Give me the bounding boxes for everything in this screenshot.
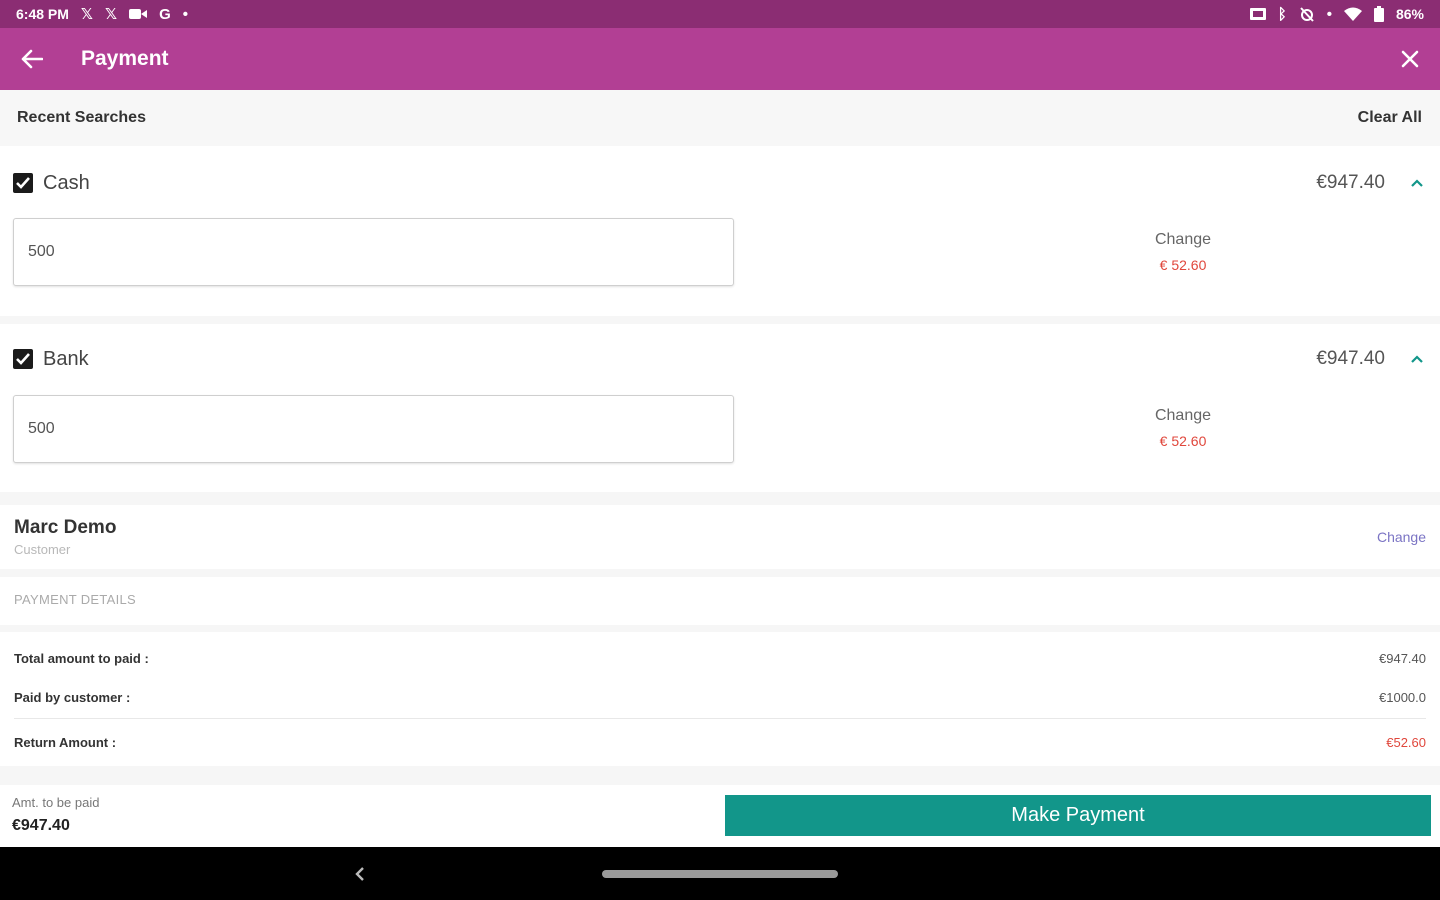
payment-details-card: Total amount to paid : €947.40 Paid by c…	[0, 632, 1440, 766]
detail-value: €52.60	[1386, 734, 1426, 750]
check-icon	[16, 353, 30, 365]
change-label: Change	[1154, 407, 1212, 424]
clear-all-button[interactable]: Clear All	[1358, 109, 1422, 127]
check-icon	[16, 177, 30, 189]
detail-value: €1000.0	[1379, 689, 1426, 705]
status-time: 6:48 PM	[16, 6, 69, 22]
chevron-up-icon	[1411, 178, 1423, 187]
collapse-button[interactable]	[1408, 350, 1426, 368]
dot-icon: •	[182, 5, 189, 23]
divider	[0, 569, 1440, 577]
change-block: Change € 52.60	[1120, 407, 1246, 449]
wifi-icon	[1343, 7, 1362, 21]
bluetooth-icon: ᛒ	[1277, 5, 1287, 23]
nav-back-button[interactable]	[346, 861, 374, 887]
payment-method-cash: Cash €947.40 Change € 52.60	[0, 158, 1440, 316]
detail-label: Return Amount :	[14, 734, 117, 750]
x-logo-icon: 𝕏	[80, 6, 94, 23]
google-icon: G	[159, 5, 171, 23]
divider	[0, 316, 1440, 324]
detail-row-paid: Paid by customer : €1000.0	[14, 685, 1426, 709]
recent-searches-title: Recent Searches	[17, 109, 146, 126]
customer-role: Customer	[14, 542, 71, 557]
divider	[0, 492, 1440, 505]
change-value: € 52.60	[1159, 433, 1207, 449]
row-divider	[14, 718, 1426, 719]
customer-section: Marc Demo Customer Change	[0, 505, 1440, 569]
chevron-left-icon	[355, 867, 364, 881]
close-button[interactable]	[1392, 41, 1428, 77]
method-header: Bank €947.40	[0, 335, 1440, 383]
back-button[interactable]	[0, 28, 64, 90]
dot-icon: •	[1326, 5, 1332, 23]
bottom-summary-bar: Amt. to be paid €947.40 Make Payment	[0, 785, 1440, 847]
payment-details-header: PAYMENT DETAILS	[0, 577, 1440, 625]
cash-amount-input[interactable]	[13, 218, 734, 286]
x-logo-icon: 𝕏	[105, 6, 118, 23]
close-icon	[1401, 50, 1419, 68]
battery-level: 86%	[1395, 6, 1424, 22]
app-bar: Payment	[0, 28, 1440, 90]
change-block: Change € 52.60	[1120, 231, 1246, 273]
battery-icon	[1373, 6, 1384, 22]
video-icon	[129, 7, 148, 21]
change-value: € 52.60	[1159, 257, 1207, 273]
status-bar: 6:48 PM 𝕏 𝕏 G • ᛒ • 86%	[0, 0, 1440, 28]
detail-label: Total amount to paid :	[14, 650, 149, 666]
make-payment-button[interactable]: Make Payment	[725, 795, 1431, 836]
detail-value: €947.40	[1379, 650, 1426, 666]
customer-name: Marc Demo	[14, 517, 117, 538]
chevron-up-icon	[1411, 354, 1423, 363]
status-right: ᛒ • 86%	[1249, 5, 1424, 23]
divider	[0, 625, 1440, 632]
method-label: Bank	[43, 347, 89, 370]
collapse-button[interactable]	[1408, 174, 1426, 192]
recent-searches-row: Recent Searches Clear All	[0, 90, 1440, 146]
cast-icon	[1249, 7, 1266, 21]
change-customer-link[interactable]: Change	[1377, 529, 1426, 545]
bank-amount-input[interactable]	[13, 395, 734, 463]
page-title: Payment	[81, 47, 169, 70]
detail-row-return: Return Amount : €52.60	[14, 730, 1426, 754]
system-nav-bar	[0, 847, 1440, 900]
method-amount: €947.40	[1316, 348, 1385, 369]
amount-to-pay-label: Amt. to be paid	[12, 795, 100, 810]
divider	[0, 766, 1440, 785]
amount-to-pay-value: €947.40	[12, 817, 70, 834]
method-header: Cash €947.40	[0, 159, 1440, 207]
bank-checkbox[interactable]	[13, 349, 33, 369]
no-alarm-icon	[1299, 6, 1315, 22]
detail-label: Paid by customer :	[14, 689, 131, 705]
method-amount: €947.40	[1316, 172, 1385, 193]
change-label: Change	[1154, 231, 1212, 248]
payment-method-bank: Bank €947.40 Change € 52.60	[0, 334, 1440, 492]
method-label: Cash	[43, 171, 90, 194]
detail-row-total: Total amount to paid : €947.40	[14, 646, 1426, 670]
arrow-left-icon	[21, 49, 43, 69]
status-left: 6:48 PM 𝕏 𝕏 G •	[16, 5, 189, 24]
nav-home-handle[interactable]	[602, 870, 838, 878]
cash-checkbox[interactable]	[13, 173, 33, 193]
